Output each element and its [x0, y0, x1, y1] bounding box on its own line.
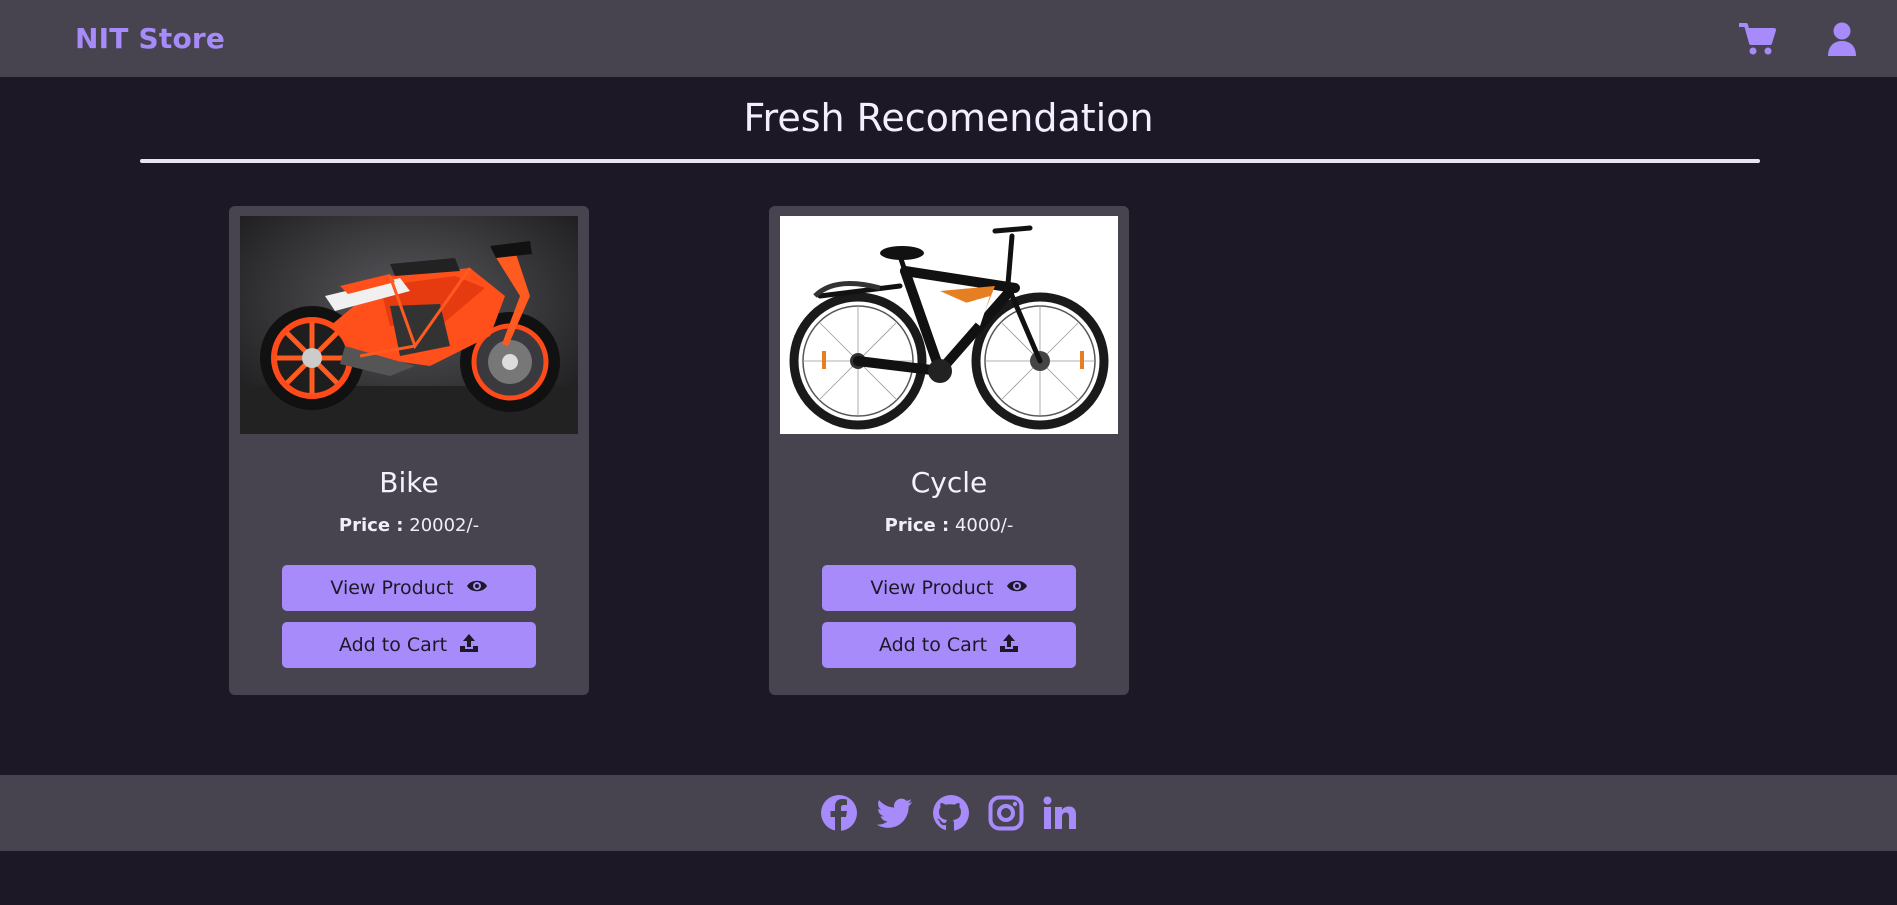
- eye-icon: [466, 577, 488, 599]
- product-card-bike: Bike Price : 20002/- View Product Add to…: [229, 206, 589, 695]
- page-title: Fresh Recomendation: [743, 96, 1154, 140]
- view-product-label: View Product: [330, 577, 454, 599]
- user-icon[interactable]: [1827, 22, 1857, 56]
- product-price: Price : 20002/-: [229, 515, 589, 536]
- product-card-cycle: HERO Cycle Price : 4000/- View Product A…: [769, 206, 1129, 695]
- product-price: Price : 4000/-: [769, 515, 1129, 536]
- navbar: NIT Store: [0, 0, 1897, 77]
- facebook-icon[interactable]: [820, 794, 858, 832]
- product-image-bike[interactable]: [240, 216, 578, 434]
- product-image-cycle[interactable]: HERO: [780, 216, 1118, 434]
- nav-icons: [1739, 22, 1857, 56]
- upload-icon: [999, 633, 1019, 658]
- twitter-icon[interactable]: [876, 794, 914, 832]
- upload-icon: [459, 633, 479, 658]
- view-product-label: View Product: [870, 577, 994, 599]
- add-to-cart-label: Add to Cart: [878, 634, 988, 656]
- cart-icon[interactable]: [1739, 22, 1777, 56]
- price-label: Price :: [884, 515, 950, 536]
- footer: [0, 775, 1897, 851]
- product-name: Cycle: [910, 466, 988, 499]
- github-icon[interactable]: [932, 794, 970, 832]
- linkedin-icon[interactable]: [1042, 795, 1078, 831]
- view-product-button[interactable]: View Product: [282, 565, 536, 611]
- add-to-cart-button[interactable]: Add to Cart: [282, 622, 536, 668]
- price-value: 20002/-: [409, 515, 480, 536]
- add-to-cart-button[interactable]: Add to Cart: [822, 622, 1076, 668]
- product-name: Bike: [379, 466, 439, 499]
- eye-icon: [1006, 577, 1028, 599]
- add-to-cart-label: Add to Cart: [338, 634, 448, 656]
- instagram-icon[interactable]: [988, 795, 1024, 831]
- price-label: Price :: [338, 515, 404, 536]
- brand-logo[interactable]: NIT Store: [75, 22, 225, 55]
- price-value: 4000/-: [954, 515, 1014, 536]
- view-product-button[interactable]: View Product: [822, 565, 1076, 611]
- title-divider: [140, 159, 1760, 163]
